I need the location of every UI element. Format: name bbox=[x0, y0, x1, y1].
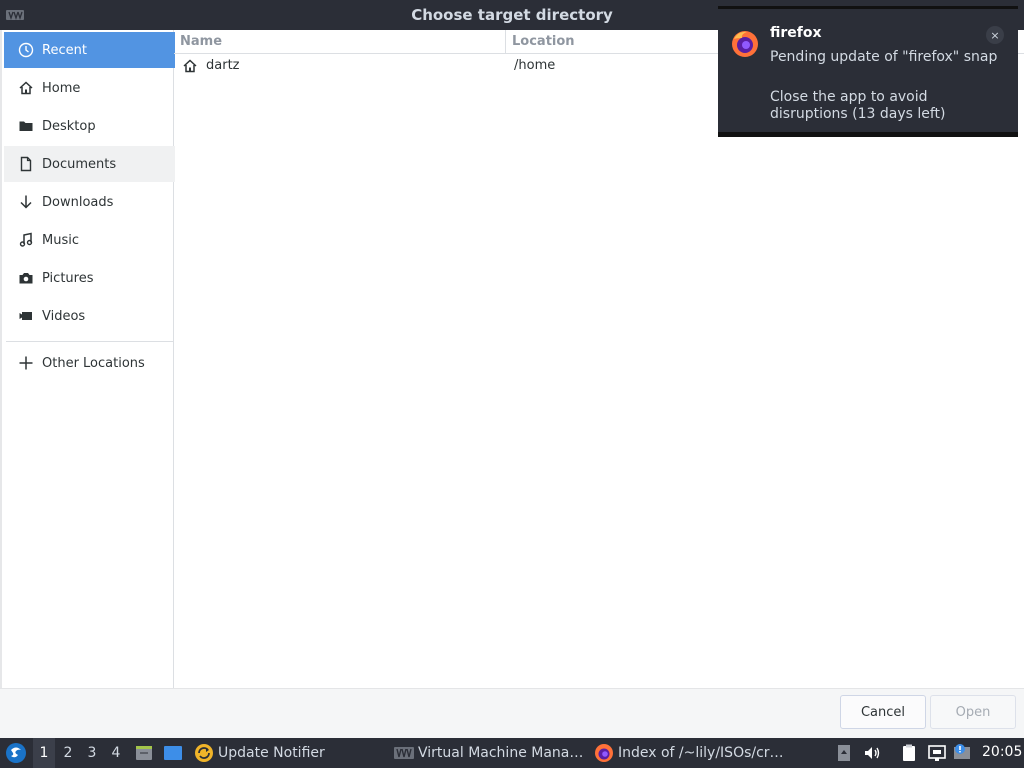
task-firefox[interactable]: Index of /~lily/ISOs/cr… bbox=[594, 738, 788, 768]
notification-body-line1: Pending update of "firefox" snap bbox=[770, 49, 998, 65]
show-desktop-icon[interactable] bbox=[163, 743, 183, 763]
open-button[interactable]: Open bbox=[930, 695, 1016, 729]
camera-icon bbox=[17, 269, 35, 287]
notification-popup[interactable]: firefox Pending update of "firefox" snap… bbox=[718, 6, 1018, 137]
video-icon bbox=[17, 307, 35, 325]
task-label: Update Notifier bbox=[218, 745, 325, 761]
workspace-1[interactable]: 1 bbox=[33, 738, 55, 768]
start-menu-icon[interactable] bbox=[5, 742, 27, 764]
sidebar-item-documents[interactable]: Documents bbox=[4, 146, 175, 182]
clock-icon bbox=[17, 41, 35, 59]
network-icon[interactable] bbox=[927, 743, 947, 763]
sidebar-item-music[interactable]: Music bbox=[4, 222, 175, 258]
clipboard-icon[interactable] bbox=[899, 743, 919, 763]
close-icon[interactable]: × bbox=[986, 26, 1004, 44]
sidebar-item-label: Other Locations bbox=[42, 355, 145, 371]
file-name: dartz bbox=[206, 58, 240, 73]
dialog-action-bar: Cancel Open bbox=[0, 688, 1024, 738]
sidebar-item-downloads[interactable]: Downloads bbox=[4, 184, 175, 220]
task-label: Index of /~lily/ISOs/cr… bbox=[618, 745, 784, 761]
sidebar-item-home[interactable]: Home bbox=[4, 70, 175, 106]
home-icon bbox=[183, 59, 197, 73]
workspace-3[interactable]: 3 bbox=[81, 738, 103, 768]
sidebar-item-label: Home bbox=[42, 80, 81, 96]
task-label: Virtual Machine Mana… bbox=[418, 745, 584, 761]
cancel-button[interactable]: Cancel bbox=[840, 695, 926, 729]
sidebar-item-label: Pictures bbox=[42, 270, 94, 286]
sidebar-item-recent[interactable]: Recent bbox=[4, 32, 175, 68]
task-virtual-machine-manager[interactable]: Virtual Machine Mana… bbox=[394, 738, 586, 768]
notification-title: firefox bbox=[770, 25, 822, 41]
download-arrow-icon bbox=[17, 193, 35, 211]
sidebar-item-other-locations[interactable]: Other Locations bbox=[4, 345, 175, 381]
music-note-icon bbox=[17, 231, 35, 249]
update-available-icon[interactable] bbox=[952, 743, 972, 763]
folder-icon bbox=[17, 117, 35, 135]
home-icon bbox=[17, 79, 35, 97]
sidebar-item-label: Documents bbox=[42, 156, 117, 172]
places-sidebar: Recent Home Desktop Documents Downloads bbox=[0, 30, 175, 688]
sidebar-item-label: Downloads bbox=[42, 194, 114, 210]
sidebar-item-pictures[interactable]: Pictures bbox=[4, 260, 175, 296]
update-notifier-icon bbox=[195, 744, 213, 762]
notification-body-line2: Close the app to avoid disruptions (13 d… bbox=[770, 89, 946, 122]
workspace-4[interactable]: 4 bbox=[105, 738, 127, 768]
firefox-icon bbox=[732, 31, 758, 57]
sidebar-item-videos[interactable]: Videos bbox=[4, 298, 175, 334]
sidebar-divider bbox=[6, 341, 174, 342]
workspace-2[interactable]: 2 bbox=[57, 738, 79, 768]
column-header-name[interactable]: Name bbox=[174, 30, 506, 54]
file-manager-icon[interactable] bbox=[134, 743, 154, 763]
firefox-icon bbox=[595, 744, 613, 762]
clock[interactable]: 20:05 bbox=[982, 744, 1022, 760]
sidebar-item-label: Recent bbox=[42, 42, 87, 58]
plus-icon bbox=[17, 354, 35, 372]
task-update-notifier[interactable]: Update Notifier bbox=[194, 738, 384, 768]
virt-manager-icon bbox=[394, 747, 414, 759]
taskbar: 1 2 3 4 Update Notifier Virtual Machine … bbox=[0, 738, 1024, 768]
file-location: /home bbox=[514, 58, 556, 73]
sidebar-item-desktop[interactable]: Desktop bbox=[4, 108, 175, 144]
volume-icon[interactable] bbox=[862, 743, 882, 763]
sidebar-item-label: Music bbox=[42, 232, 79, 248]
sidebar-item-label: Videos bbox=[42, 308, 86, 324]
sidebar-item-label: Desktop bbox=[42, 118, 96, 134]
window-list-icon[interactable] bbox=[834, 743, 854, 763]
document-icon bbox=[17, 155, 35, 173]
